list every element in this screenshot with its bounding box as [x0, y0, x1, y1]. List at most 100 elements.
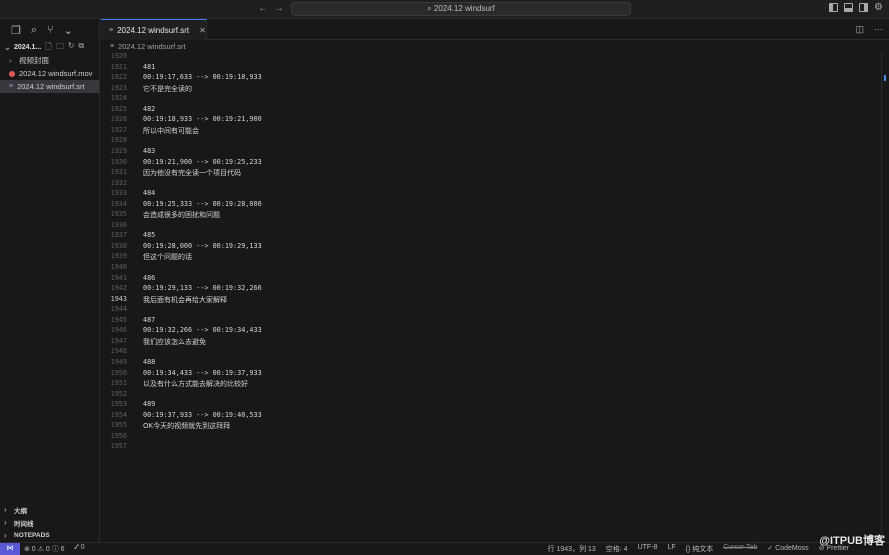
line-number: 1922 [110, 73, 127, 81]
indentation[interactable]: 空格: 4 [606, 544, 628, 554]
line-number: 1943 [110, 295, 127, 303]
toggle-secondary-sidebar-icon[interactable] [859, 3, 869, 12]
section-notepads[interactable]: › NOTEPADS [0, 529, 100, 542]
command-center-search[interactable]: ⌕ 2024.12 windsurf [291, 2, 631, 16]
code-line[interactable]: 489 [143, 400, 155, 408]
tab-srt-file[interactable]: ≡ 2024.12 windsurf.srt ✕ [101, 19, 207, 40]
remote-indicator[interactable]: ⋈ [0, 543, 20, 555]
refresh-icon[interactable]: ↻ [68, 41, 75, 55]
code-line[interactable]: 00:19:34,433 --> 00:19:37,933 [143, 369, 262, 377]
activity-toolbar: ❐ ⌕ ⑂ ⌄ [0, 19, 99, 41]
line-number: 1945 [110, 316, 127, 324]
workspace-header[interactable]: ⌄ 2024.1... 🗋 🗀 ↻ ⧉ [0, 41, 99, 54]
line-number: 1929 [110, 147, 127, 155]
code-line[interactable]: 所以中间有可能会 [143, 126, 199, 136]
code-line[interactable]: 00:19:21,900 --> 00:19:25,233 [143, 158, 262, 166]
chevron-down-icon: ⌄ [4, 43, 11, 52]
line-number: 1948 [110, 347, 127, 355]
more-actions-icon[interactable]: ··· [874, 24, 883, 35]
code-line[interactable]: 00:19:28,000 --> 00:19:29,133 [143, 242, 262, 250]
code-line[interactable]: 483 [143, 147, 155, 155]
code-line[interactable]: 它不是完全读的 [143, 84, 192, 94]
code-line[interactable]: 00:19:25,333 --> 00:19:28,000 [143, 200, 262, 208]
collapse-all-icon[interactable]: ⧉ [78, 41, 84, 55]
chevron-down-icon[interactable]: ⌄ [64, 24, 73, 37]
code-line[interactable]: 488 [143, 358, 155, 366]
code-line[interactable]: 00:19:37,933 --> 00:19:40,533 [143, 411, 262, 419]
code-line[interactable]: 485 [143, 231, 155, 239]
cursor-position[interactable]: 行 1943，列 13 [548, 544, 596, 554]
toggle-panel-icon[interactable] [844, 3, 854, 12]
line-number: 1933 [110, 189, 127, 197]
problems-indicator[interactable]: ⊗ 0 ⚠ 0 ⓘ 6 [24, 544, 65, 554]
line-number: 1951 [110, 379, 127, 387]
codemoss-status[interactable]: ✓ CodeMoss [767, 544, 808, 554]
code-line[interactable]: 会造成很多的困扰和问题 [143, 210, 220, 220]
toggle-primary-sidebar-icon[interactable] [829, 3, 839, 12]
text-file-icon: ≡ [109, 26, 114, 34]
explorer-tools: 🗋 🗀 ↻ ⧉ [45, 41, 84, 55]
code-line[interactable]: 484 [143, 189, 155, 197]
new-file-icon[interactable]: 🗋 [45, 41, 51, 55]
section-outline[interactable]: › 大纲 [0, 503, 100, 516]
section-label: 时间线 [14, 520, 34, 528]
sidebar-bottom-sections: › 大纲 › 时间线 › NOTEPADS [0, 503, 100, 542]
breadcrumb-item[interactable]: 2024.12 windsurf.srt [118, 42, 186, 51]
code-line[interactable]: 但这个问题的话 [143, 252, 192, 262]
line-number: 1941 [110, 274, 127, 282]
end-of-line[interactable]: LF [667, 544, 675, 554]
scrollbar-thumb[interactable] [884, 75, 886, 81]
code-line[interactable]: 我们应该怎么去避免 [143, 337, 206, 347]
forward-arrow-icon[interactable]: → [274, 3, 284, 14]
line-number: 1928 [110, 136, 127, 144]
ports-indicator[interactable]: ⑇ 0 [75, 544, 85, 554]
command-center-label: 2024.12 windsurf [433, 4, 495, 13]
overview-ruler[interactable] [881, 52, 889, 542]
gear-icon[interactable]: ⚙ [874, 3, 883, 13]
search-icon[interactable]: ⌕ [31, 24, 37, 37]
encoding[interactable]: UTF-8 [638, 544, 658, 554]
code-line[interactable]: 487 [143, 316, 155, 324]
code-line[interactable]: OK今天的视频就先到这拜拜 [143, 421, 230, 431]
tree-item-srt[interactable]: ≡ 2024.12 windsurf.srt [0, 80, 99, 93]
code-line[interactable]: 因为他没有完全读一个项目代码 [143, 168, 241, 178]
status-bar: ⋈ ⊗ 0 ⚠ 0 ⓘ 6 ⑇ 0 行 1943，列 13 空格: 4 UTF-… [0, 542, 889, 555]
line-number: 1925 [110, 105, 127, 113]
line-number: 1942 [110, 284, 127, 292]
tree-item-mov[interactable]: 2024.12 windsurf.mov [0, 67, 99, 80]
line-number: 1955 [110, 421, 127, 429]
language-mode[interactable]: {} 纯文本 [686, 544, 714, 554]
code-line[interactable]: 486 [143, 274, 155, 282]
chevron-right-icon: › [4, 518, 7, 527]
tab-label: 2024.12 windsurf.srt [117, 25, 190, 35]
section-label: 大纲 [14, 507, 27, 515]
code-line[interactable]: 482 [143, 105, 155, 113]
line-number: 1938 [110, 242, 127, 250]
files-icon[interactable]: ❐ [11, 24, 21, 37]
code-line[interactable]: 以及有什么方式能去解决的比较好 [143, 379, 248, 389]
code-line[interactable]: 481 [143, 63, 155, 71]
status-left: ⊗ 0 ⚠ 0 ⓘ 6 ⑇ 0 [24, 544, 85, 554]
tree-item-label: 2024.12 windsurf.srt [17, 82, 85, 91]
new-folder-icon[interactable]: 🗀 [56, 41, 64, 55]
source-control-icon[interactable]: ⑂ [47, 24, 54, 36]
title-bar: ← → ⌕ 2024.12 windsurf ⚙ [0, 0, 889, 19]
code-line[interactable]: 我后面有机会再给大家解释 [143, 295, 227, 305]
tree-item-folder[interactable]: › 视频封面 [0, 54, 99, 67]
code-line[interactable]: 00:19:32,266 --> 00:19:34,433 [143, 326, 262, 334]
line-number: 1952 [110, 390, 127, 398]
code-line[interactable]: 00:19:18,933 --> 00:19:21,900 [143, 115, 262, 123]
back-arrow-icon[interactable]: ← [258, 3, 268, 14]
code-editor[interactable]: 1920 1921 481 1922 00:19:17,633 --> 00:19:18… [101, 52, 881, 542]
close-icon[interactable]: ✕ [199, 26, 206, 35]
chevron-right-icon: › [4, 505, 7, 514]
line-number: 1931 [110, 168, 127, 176]
cursor-tab-toggle[interactable]: Cursor Tab [723, 544, 757, 554]
split-editor-icon[interactable]: ◫ [855, 24, 864, 35]
code-line[interactable]: 00:19:17,633 --> 00:19:18,933 [143, 73, 262, 81]
section-timeline[interactable]: › 时间线 [0, 516, 100, 529]
text-file-icon: ≡ [9, 83, 14, 90]
code-line[interactable]: 00:19:29,133 --> 00:19:32,266 [143, 284, 262, 292]
nav-buttons: ← → [258, 3, 284, 14]
explorer-sidebar: ❐ ⌕ ⑂ ⌄ ⌄ 2024.1... 🗋 🗀 ↻ ⧉ › 视频封面 2024.… [0, 19, 100, 542]
